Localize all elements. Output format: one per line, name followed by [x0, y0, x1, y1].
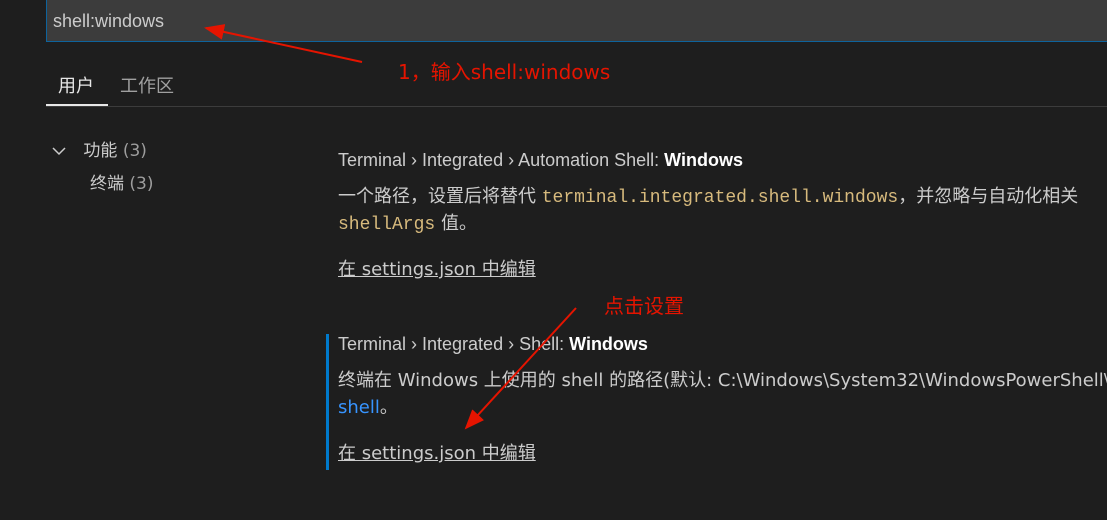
annotation-arrows	[204, 24, 577, 430]
annotation-arrow-to-edit-link	[464, 307, 577, 430]
annotation-arrow-to-search	[204, 24, 363, 63]
